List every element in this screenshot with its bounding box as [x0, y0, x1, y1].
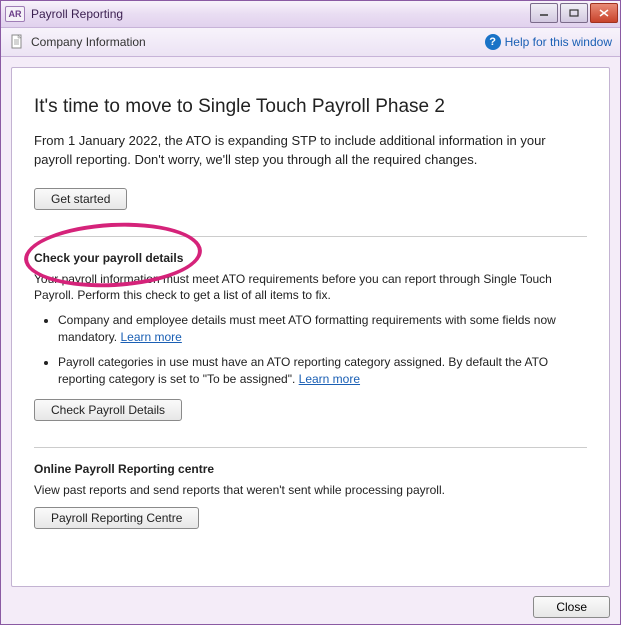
app-window: AR Payroll Reporting Company Informat	[0, 0, 621, 625]
maximize-icon	[569, 9, 579, 17]
document-icon	[9, 34, 25, 50]
page-headline: It's time to move to Single Touch Payrol…	[34, 96, 587, 118]
divider	[34, 236, 587, 237]
list-item: Payroll categories in use must have an A…	[58, 354, 587, 388]
divider	[34, 447, 587, 448]
titlebar: AR Payroll Reporting	[1, 1, 620, 28]
client-area: It's time to move to Single Touch Payrol…	[1, 57, 620, 624]
footer-bar: Close	[533, 596, 610, 618]
learn-more-link[interactable]: Learn more	[299, 372, 360, 386]
close-window-button[interactable]	[590, 3, 618, 23]
check-payroll-details-button[interactable]: Check Payroll Details	[34, 399, 182, 421]
help-link[interactable]: ? Help for this window	[485, 34, 612, 50]
app-badge-icon: AR	[5, 6, 25, 22]
toolbar-left-group: Company Information	[9, 34, 146, 50]
list-item: Company and employee details must meet A…	[58, 312, 587, 346]
minimize-icon	[539, 9, 549, 17]
window-title: Payroll Reporting	[31, 7, 123, 21]
toolbar: Company Information ? Help for this wind…	[1, 28, 620, 57]
section-check-text: Your payroll information must meet ATO r…	[34, 271, 587, 305]
company-info-label[interactable]: Company Information	[31, 35, 146, 49]
learn-more-link[interactable]: Learn more	[120, 330, 181, 344]
content-panel: It's time to move to Single Touch Payrol…	[11, 67, 610, 587]
close-icon	[599, 9, 609, 17]
requirements-list: Company and employee details must meet A…	[34, 312, 587, 387]
section-reporting-text: View past reports and send reports that …	[34, 482, 587, 499]
close-button[interactable]: Close	[533, 596, 610, 618]
maximize-button[interactable]	[560, 3, 588, 23]
payroll-reporting-centre-button[interactable]: Payroll Reporting Centre	[34, 507, 199, 529]
help-link-text: Help for this window	[505, 35, 612, 49]
window-controls	[530, 3, 618, 23]
section-reporting-title: Online Payroll Reporting centre	[34, 462, 587, 476]
section-check-title: Check your payroll details	[34, 251, 587, 265]
help-icon: ?	[485, 34, 501, 50]
minimize-button[interactable]	[530, 3, 558, 23]
intro-paragraph: From 1 January 2022, the ATO is expandin…	[34, 132, 587, 170]
get-started-button[interactable]: Get started	[34, 188, 127, 210]
